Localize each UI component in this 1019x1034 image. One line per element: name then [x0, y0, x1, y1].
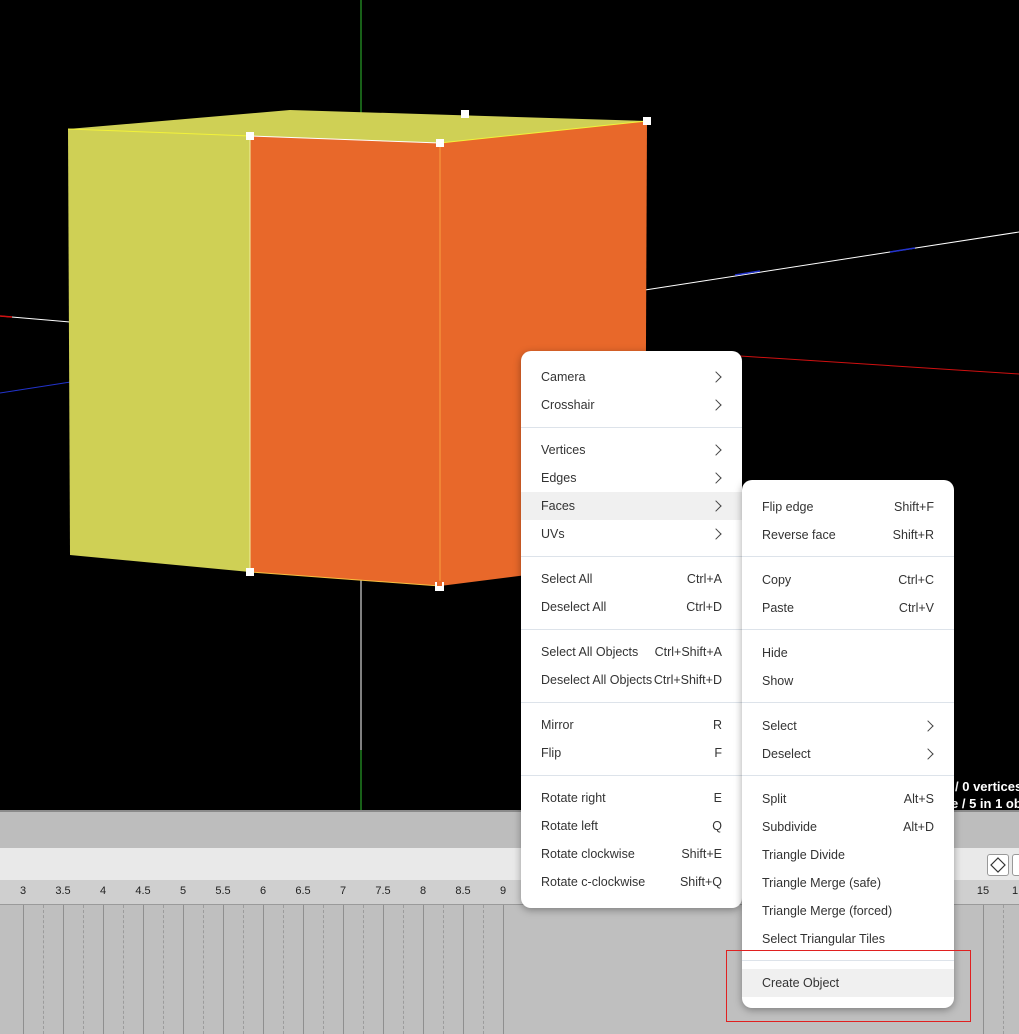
menu-item-flip[interactable]: Flip F: [521, 739, 742, 767]
menu-item-copy[interactable]: Copy Ctrl+C: [742, 566, 954, 594]
ruler-tick: 3.5: [55, 885, 71, 897]
menu-item-triangle-merge-safe[interactable]: Triangle Merge (safe): [742, 869, 954, 897]
diamond-icon: [990, 857, 1006, 873]
menu-item-triangle-divide[interactable]: Triangle Divide: [742, 841, 954, 869]
menu-divider: [521, 775, 742, 776]
ruler-tick: 15: [976, 885, 990, 897]
chevron-right-icon: [922, 748, 934, 760]
ruler-tick: 6.5: [295, 885, 311, 897]
highlight-annotation-box: [726, 950, 971, 1022]
keyframe-button[interactable]: [987, 854, 1009, 876]
menu-item-deselect-all-objects[interactable]: Deselect All Objects Ctrl+Shift+D: [521, 666, 742, 694]
vertex: [246, 132, 254, 140]
menu-item-crosshair[interactable]: Crosshair: [521, 391, 742, 419]
chevron-right-icon: [710, 500, 722, 512]
menu-divider: [521, 427, 742, 428]
menu-item-rotate-c-clockwise[interactable]: Rotate c-clockwise Shift+Q: [521, 868, 742, 896]
ruler-tick: 7: [339, 885, 347, 897]
menu-item-camera[interactable]: Camera: [521, 363, 742, 391]
ruler-tick: 9: [499, 885, 507, 897]
vertex: [461, 110, 469, 118]
menu-item-edges[interactable]: Edges: [521, 464, 742, 492]
menu-item-show[interactable]: Show: [742, 667, 954, 695]
menu-item-rotate-left[interactable]: Rotate left Q: [521, 812, 742, 840]
ruler-tick: 6: [259, 885, 267, 897]
menu-item-faces[interactable]: Faces: [521, 492, 742, 520]
menu-divider: [521, 702, 742, 703]
menu-divider: [521, 556, 742, 557]
ruler-tick: 4: [99, 885, 107, 897]
cube-left-face: [68, 129, 250, 572]
ruler-tick: 8.5: [455, 885, 471, 897]
menu-divider: [742, 775, 954, 776]
menu-item-reverse-face[interactable]: Reverse face Shift+R: [742, 521, 954, 549]
menu-item-deselect[interactable]: Deselect: [742, 740, 954, 768]
vertex: [643, 117, 651, 125]
menu-item-select[interactable]: Select: [742, 712, 954, 740]
chevron-right-icon: [710, 371, 722, 383]
menu-item-rotate-right[interactable]: Rotate right E: [521, 784, 742, 812]
vertex: [436, 139, 444, 147]
vertex-count-text: / 0 vertices: [955, 779, 1019, 794]
ruler-tick: 8: [419, 885, 427, 897]
ruler-tick: 7.5: [375, 885, 391, 897]
ruler-tick: 4.5: [135, 885, 151, 897]
menu-divider: [521, 629, 742, 630]
context-menu: Camera Crosshair Vertices Edges Faces UV…: [521, 351, 742, 908]
menu-divider: [742, 702, 954, 703]
menu-item-flip-edge[interactable]: Flip edge Shift+F: [742, 493, 954, 521]
ruler-tick: 5: [179, 885, 187, 897]
menu-item-select-all[interactable]: Select All Ctrl+A: [521, 565, 742, 593]
menu-item-triangle-merge-forced[interactable]: Triangle Merge (forced): [742, 897, 954, 925]
chevron-right-icon: [922, 720, 934, 732]
menu-divider: [742, 556, 954, 557]
ruler-tick: 5.5: [215, 885, 231, 897]
faces-submenu: Flip edge Shift+F Reverse face Shift+R C…: [742, 480, 954, 1008]
chevron-right-icon: [710, 472, 722, 484]
vertex: [246, 568, 254, 576]
menu-item-paste[interactable]: Paste Ctrl+V: [742, 594, 954, 622]
chevron-right-icon: [710, 399, 722, 411]
timeline-extra-button[interactable]: [1012, 854, 1019, 876]
menu-item-rotate-clockwise[interactable]: Rotate clockwise Shift+E: [521, 840, 742, 868]
ruler-tick: 3: [19, 885, 27, 897]
x-axis-red-right: [739, 355, 1019, 375]
menu-divider: [742, 629, 954, 630]
menu-item-select-triangular-tiles[interactable]: Select Triangular Tiles: [742, 925, 954, 953]
cube-front-face: [250, 136, 440, 586]
menu-item-mirror[interactable]: Mirror R: [521, 711, 742, 739]
menu-item-deselect-all[interactable]: Deselect All Ctrl+D: [521, 593, 742, 621]
ruler-tick: 1: [1011, 885, 1019, 897]
chevron-right-icon: [710, 444, 722, 456]
menu-item-hide[interactable]: Hide: [742, 639, 954, 667]
chevron-right-icon: [710, 528, 722, 540]
object-count-text: e / 5 in 1 ob: [951, 796, 1019, 811]
menu-item-uvs[interactable]: UVs: [521, 520, 742, 548]
x-axis-red-left: [0, 315, 13, 318]
menu-item-subdivide[interactable]: Subdivide Alt+D: [742, 813, 954, 841]
z-axis-white-right: [644, 231, 1019, 291]
menu-item-split[interactable]: Split Alt+S: [742, 785, 954, 813]
menu-item-select-all-objects[interactable]: Select All Objects Ctrl+Shift+A: [521, 638, 742, 666]
menu-item-vertices[interactable]: Vertices: [521, 436, 742, 464]
